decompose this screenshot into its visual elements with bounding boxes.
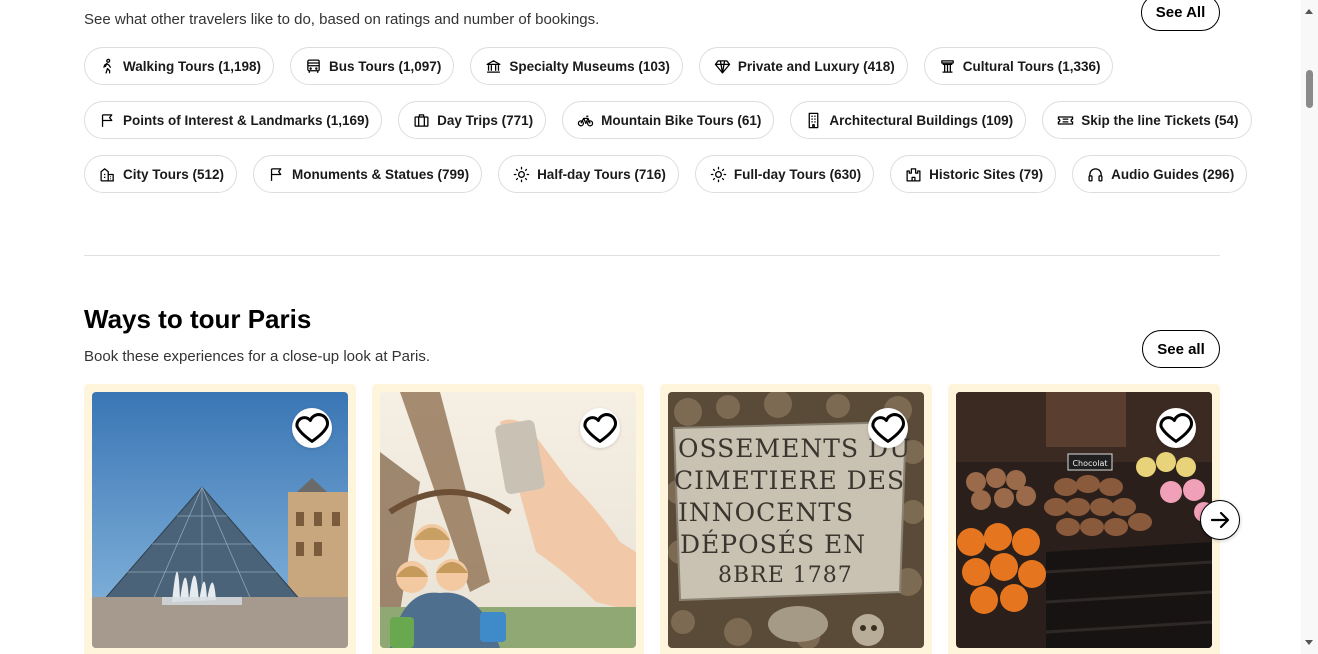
chip-architectural-buildings[interactable]: Architectural Buildings (109) (790, 101, 1027, 139)
favorite-button[interactable] (292, 408, 332, 448)
sign-line-5: 8BRE 1787 (718, 563, 853, 588)
chip-mountain-bike-tours[interactable]: Mountain Bike Tours (61) (562, 101, 775, 139)
heart-icon (871, 413, 905, 443)
chip-label: Specialty Museums (103) (509, 58, 670, 74)
walking-icon (103, 58, 111, 74)
chip-label: Monuments & Statues (799) (292, 166, 470, 182)
chip-city-tours[interactable]: City Tours (512) (84, 155, 238, 193)
column-icon (940, 59, 954, 73)
chip-bus-tours[interactable]: Bus Tours (1,097) (290, 47, 455, 85)
top-section-subtitle: See what other travelers like to do, bas… (84, 11, 600, 28)
heart-icon (583, 413, 617, 443)
chip-monuments-statues[interactable]: Monuments & Statues (799) (253, 155, 483, 193)
tour-card-louvre[interactable] (84, 384, 356, 654)
chip-label: Architectural Buildings (109) (829, 112, 1014, 128)
vertical-scrollbar[interactable] (1301, 0, 1318, 654)
chip-full-day-tours[interactable]: Full-day Tours (630) (694, 155, 875, 193)
sun-icon (513, 166, 530, 182)
ticket-icon (1057, 115, 1074, 125)
chip-row-3: City Tours (512) Monuments & Statues (79… (84, 155, 1248, 193)
macarons-market-photo: Chocolat (956, 392, 1212, 648)
chip-label: Cultural Tours (1,336) (962, 58, 1101, 74)
building-icon (809, 112, 819, 128)
heart-icon (1159, 413, 1193, 443)
chip-day-trips[interactable]: Day Trips (771) (398, 101, 547, 139)
chip-private-and-luxury[interactable]: Private and Luxury (418) (698, 47, 908, 85)
chip-walking-tours[interactable]: Walking Tours (1,198) (84, 47, 275, 85)
favorite-button[interactable] (580, 408, 620, 448)
sun-icon (710, 166, 727, 182)
tour-card-carousel: OSSEMENTS DU CIMETIERE DES INNOCENTS DÉP… (84, 384, 1220, 654)
sign-line-2: CIMETIERE DES (674, 466, 905, 495)
tour-card-eiffel[interactable] (372, 384, 644, 654)
favorite-button[interactable] (1156, 408, 1196, 448)
chip-label: Day Trips (771) (437, 112, 534, 128)
see-all-button[interactable]: See all (1142, 330, 1220, 368)
favorite-button[interactable] (868, 408, 908, 448)
section-title: Ways to tour Paris (84, 304, 312, 334)
louvre-pyramid-photo (92, 392, 348, 648)
briefcase-icon (414, 113, 429, 127)
chip-specialty-museums[interactable]: Specialty Museums (103) (470, 47, 683, 85)
chip-label: Half-day Tours (716) (537, 166, 666, 182)
see-all-button-top[interactable]: See All (1141, 0, 1220, 31)
tour-card-macarons[interactable]: Chocolat (948, 384, 1220, 654)
chip-historic-sites[interactable]: Historic Sites (79) (890, 155, 1057, 193)
eiffel-tower-kids-photo (380, 392, 636, 648)
chip-label: Bus Tours (1,097) (329, 58, 442, 74)
bicycle-icon (577, 115, 594, 126)
chip-label: Walking Tours (1,198) (123, 58, 262, 74)
chip-label: Full-day Tours (630) (733, 166, 862, 182)
chip-label: Historic Sites (79) (929, 166, 1044, 182)
price-tag-text: Chocolat (1072, 459, 1107, 468)
carousel-next-button[interactable] (1200, 500, 1240, 540)
scroll-up-arrow-icon[interactable] (1305, 9, 1313, 14)
flag-icon (101, 113, 113, 127)
chip-row-1: Walking Tours (1,198) Bus Tours (1,097) … (84, 47, 1114, 85)
museum-icon (486, 59, 501, 73)
section-divider (84, 255, 1220, 256)
chip-label: Audio Guides (296) (1111, 166, 1235, 182)
headphones-icon (1088, 167, 1103, 182)
castle-icon (906, 167, 921, 182)
chip-label: City Tours (512) (123, 166, 225, 182)
chip-points-of-interest[interactable]: Points of Interest & Landmarks (1,169) (84, 101, 383, 139)
chip-label: Private and Luxury (418) (737, 58, 895, 74)
arrow-right-icon (1210, 511, 1230, 529)
tour-card-catacombs[interactable]: OSSEMENTS DU CIMETIERE DES INNOCENTS DÉP… (660, 384, 932, 654)
section-subtitle: Book these experiences for a close-up lo… (84, 348, 431, 365)
chip-row-2: Points of Interest & Landmarks (1,169) D… (84, 101, 1252, 139)
bus-icon (307, 58, 320, 73)
flag-icon (270, 167, 282, 181)
city-icon (100, 167, 114, 182)
chip-label: Mountain Bike Tours (61) (601, 112, 762, 128)
catacombs-sign-photo: OSSEMENTS DU CIMETIERE DES INNOCENTS DÉP… (668, 392, 924, 648)
chip-label: Points of Interest & Landmarks (1,169) (123, 112, 370, 128)
sign-line-4: DÉPOSÉS EN (680, 530, 866, 559)
page: See what other travelers like to do, bas… (0, 0, 1318, 654)
chip-skip-the-line-tickets[interactable]: Skip the line Tickets (54) (1042, 101, 1252, 139)
scroll-down-arrow-icon[interactable] (1305, 640, 1313, 645)
chip-half-day-tours[interactable]: Half-day Tours (716) (498, 155, 679, 193)
sign-line-3: INNOCENTS (678, 498, 854, 527)
chip-label: Skip the line Tickets (54) (1081, 112, 1239, 128)
diamond-icon (714, 59, 731, 74)
heart-icon (295, 413, 329, 443)
scrollbar-thumb[interactable] (1306, 70, 1313, 108)
chip-audio-guides[interactable]: Audio Guides (296) (1072, 155, 1248, 193)
chip-cultural-tours[interactable]: Cultural Tours (1,336) (923, 47, 1114, 85)
